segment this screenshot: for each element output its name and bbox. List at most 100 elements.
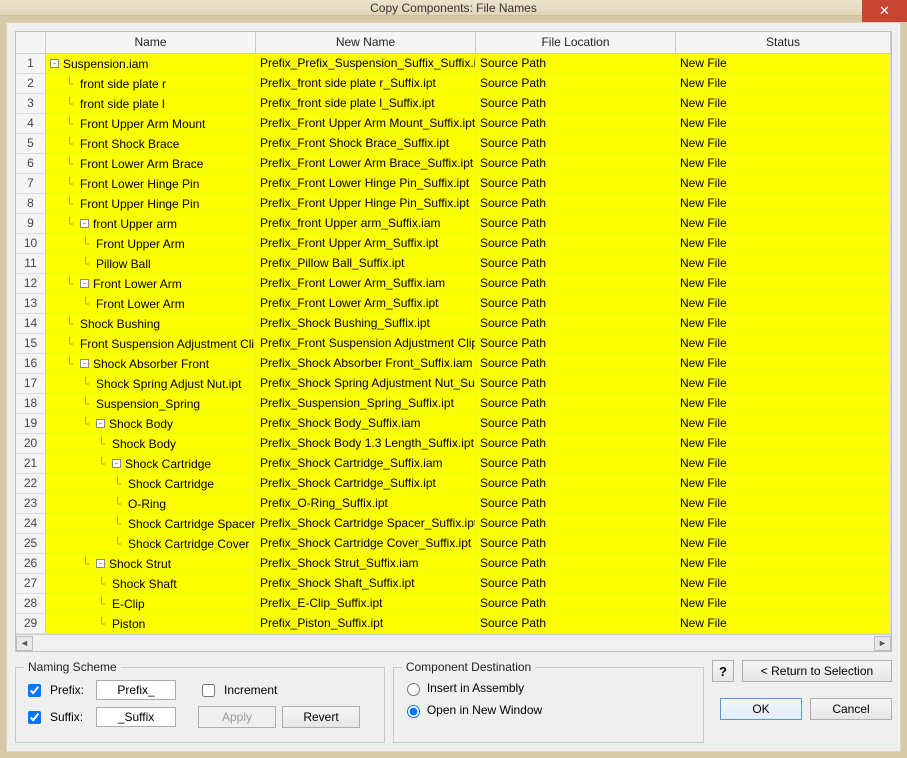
table-row[interactable]: 23└ O-RingPrefix_O-Ring_Suffix.iptSource… (16, 494, 891, 514)
cell-newname[interactable]: Prefix_Shock Cartridge_Suffix.ipt (256, 474, 476, 493)
cell-name[interactable]: └ Front Lower Arm Brace (46, 154, 256, 173)
cell-name[interactable]: └ Shock Body (46, 434, 256, 453)
table-row[interactable]: 12└ -Front Lower ArmPrefix_Front Lower A… (16, 274, 891, 294)
cell-newname[interactable]: Prefix_Shock Shaft_Suffix.ipt (256, 574, 476, 593)
cell-location[interactable]: Source Path (476, 54, 676, 73)
cell-location[interactable]: Source Path (476, 414, 676, 433)
cell-name[interactable]: └ Shock Cartridge Cover (46, 534, 256, 553)
cell-name[interactable]: └ Pillow Ball (46, 254, 256, 273)
table-row[interactable]: 29└ PistonPrefix_Piston_Suffix.iptSource… (16, 614, 891, 634)
table-row[interactable]: 24└ Shock Cartridge SpacerPrefix_Shock C… (16, 514, 891, 534)
cell-status[interactable]: New File (676, 354, 891, 373)
cell-name[interactable]: └ Front Upper Arm (46, 234, 256, 253)
cell-name[interactable]: -Suspension.iam (46, 54, 256, 73)
cell-status[interactable]: New File (676, 554, 891, 573)
cell-newname[interactable]: Prefix_Shock Absorber Front_Suffix.iam (256, 354, 476, 373)
cell-location[interactable]: Source Path (476, 334, 676, 353)
cell-name[interactable]: └ E-Clip (46, 594, 256, 613)
table-row[interactable]: 1-Suspension.iamPrefix_Prefix_Suspension… (16, 54, 891, 74)
table-row[interactable]: 27└ Shock ShaftPrefix_Shock Shaft_Suffix… (16, 574, 891, 594)
cell-newname[interactable]: Prefix_Shock Cartridge Spacer_Suffix.ipt (256, 514, 476, 533)
cell-status[interactable]: New File (676, 394, 891, 413)
cell-name[interactable]: └ -Shock Body (46, 414, 256, 433)
table-row[interactable]: 18└ Suspension_SpringPrefix_Suspension_S… (16, 394, 891, 414)
cell-name[interactable]: └ -Shock Absorber Front (46, 354, 256, 373)
cell-name[interactable]: └ -front Upper arm (46, 214, 256, 233)
cell-status[interactable]: New File (676, 94, 891, 113)
cell-location[interactable]: Source Path (476, 154, 676, 173)
table-row[interactable]: 2└ front side plate rPrefix_front side p… (16, 74, 891, 94)
table-row[interactable]: 7└ Front Lower Hinge PinPrefix_Front Low… (16, 174, 891, 194)
cell-location[interactable]: Source Path (476, 194, 676, 213)
cell-status[interactable]: New File (676, 214, 891, 233)
header-name[interactable]: Name (46, 32, 256, 53)
cell-status[interactable]: New File (676, 374, 891, 393)
table-row[interactable]: 6└ Front Lower Arm BracePrefix_Front Low… (16, 154, 891, 174)
cell-status[interactable]: New File (676, 334, 891, 353)
cell-newname[interactable]: Prefix_Front Shock Brace_Suffix.ipt (256, 134, 476, 153)
cell-location[interactable]: Source Path (476, 74, 676, 93)
table-row[interactable]: 19└ -Shock BodyPrefix_Shock Body_Suffix.… (16, 414, 891, 434)
cell-status[interactable]: New File (676, 274, 891, 293)
tree-toggle-icon[interactable]: - (80, 219, 89, 228)
table-row[interactable]: 17└ Shock Spring Adjust Nut.iptPrefix_Sh… (16, 374, 891, 394)
cell-status[interactable]: New File (676, 254, 891, 273)
cell-status[interactable]: New File (676, 534, 891, 553)
cell-location[interactable]: Source Path (476, 274, 676, 293)
cell-name[interactable]: └ Shock Spring Adjust Nut.ipt (46, 374, 256, 393)
suffix-checkbox[interactable] (28, 711, 41, 724)
cell-location[interactable]: Source Path (476, 514, 676, 533)
cell-newname[interactable]: Prefix_Front Lower Arm Brace_Suffix.ipt (256, 154, 476, 173)
cell-location[interactable]: Source Path (476, 434, 676, 453)
cell-status[interactable]: New File (676, 414, 891, 433)
cell-newname[interactable]: Prefix_Shock Body_Suffix.iam (256, 414, 476, 433)
cell-name[interactable]: └ Front Upper Hinge Pin (46, 194, 256, 213)
cell-name[interactable]: └ -Shock Strut (46, 554, 256, 573)
cell-newname[interactable]: Prefix_Front Upper Hinge Pin_Suffix.ipt (256, 194, 476, 213)
table-row[interactable]: 26└ -Shock StrutPrefix_Shock Strut_Suffi… (16, 554, 891, 574)
cell-newname[interactable]: Prefix_Pillow Ball_Suffix.ipt (256, 254, 476, 273)
cell-location[interactable]: Source Path (476, 554, 676, 573)
cell-status[interactable]: New File (676, 514, 891, 533)
cell-status[interactable]: New File (676, 154, 891, 173)
cell-location[interactable]: Source Path (476, 574, 676, 593)
cell-status[interactable]: New File (676, 174, 891, 193)
cell-location[interactable]: Source Path (476, 374, 676, 393)
table-row[interactable]: 8└ Front Upper Hinge PinPrefix_Front Upp… (16, 194, 891, 214)
cell-name[interactable]: └ Front Shock Brace (46, 134, 256, 153)
cell-newname[interactable]: Prefix_Shock Cartridge_Suffix.iam (256, 454, 476, 473)
tree-toggle-icon[interactable]: - (112, 459, 121, 468)
prefix-checkbox[interactable] (28, 684, 41, 697)
cell-status[interactable]: New File (676, 54, 891, 73)
cell-newname[interactable]: Prefix_Front Upper Arm Mount_Suffix.ipt (256, 114, 476, 133)
cell-location[interactable]: Source Path (476, 134, 676, 153)
cell-location[interactable]: Source Path (476, 114, 676, 133)
cell-name[interactable]: └ Piston (46, 614, 256, 633)
increment-checkbox[interactable] (202, 684, 215, 697)
close-button[interactable]: ✕ (862, 0, 907, 22)
tree-toggle-icon[interactable]: - (96, 419, 105, 428)
cell-newname[interactable]: Prefix_O-Ring_Suffix.ipt (256, 494, 476, 513)
scroll-right-icon[interactable]: ► (874, 636, 891, 651)
table-row[interactable]: 4└ Front Upper Arm MountPrefix_Front Upp… (16, 114, 891, 134)
header-status[interactable]: Status (676, 32, 891, 53)
table-row[interactable]: 14└ Shock BushingPrefix_Shock Bushing_Su… (16, 314, 891, 334)
cell-name[interactable]: └ Suspension_Spring (46, 394, 256, 413)
cell-location[interactable]: Source Path (476, 214, 676, 233)
cell-location[interactable]: Source Path (476, 314, 676, 333)
cancel-button[interactable]: Cancel (810, 698, 892, 720)
cell-newname[interactable]: Prefix_front side plate r_Suffix.ipt (256, 74, 476, 93)
cell-name[interactable]: └ Shock Cartridge (46, 474, 256, 493)
cell-newname[interactable]: Prefix_Shock Strut_Suffix.iam (256, 554, 476, 573)
cell-name[interactable]: └ -Shock Cartridge (46, 454, 256, 473)
prefix-input[interactable] (96, 680, 176, 700)
table-row[interactable]: 9└ -front Upper armPrefix_front Upper ar… (16, 214, 891, 234)
header-location[interactable]: File Location (476, 32, 676, 53)
table-row[interactable]: 3└ front side plate lPrefix_front side p… (16, 94, 891, 114)
cell-newname[interactable]: Prefix_Shock Body 1.3 Length_Suffix.ipt (256, 434, 476, 453)
table-row[interactable]: 22└ Shock CartridgePrefix_Shock Cartridg… (16, 474, 891, 494)
table-row[interactable]: 25└ Shock Cartridge CoverPrefix_Shock Ca… (16, 534, 891, 554)
cell-location[interactable]: Source Path (476, 614, 676, 633)
apply-button[interactable]: Apply (198, 706, 276, 728)
cell-newname[interactable]: Prefix_Shock Spring Adjustment Nut_Suffi… (256, 374, 476, 393)
